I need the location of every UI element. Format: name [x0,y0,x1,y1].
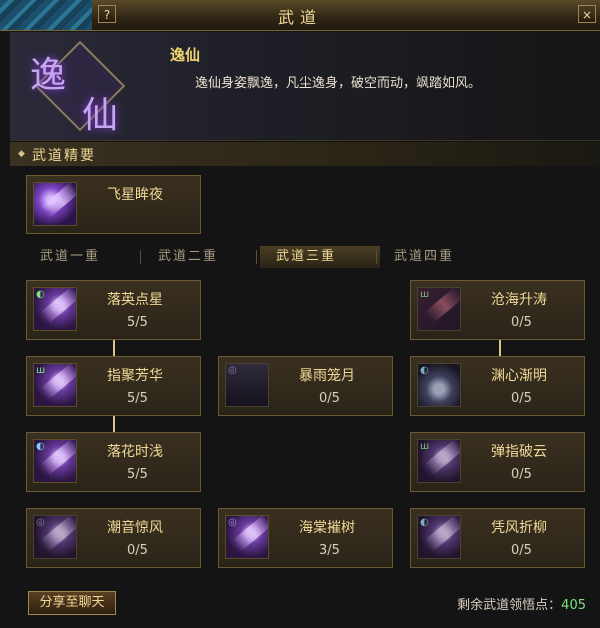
class-description: 逸仙身姿飘逸，凡尘逸身，破空而动，飒踏如风。 [195,76,482,91]
skill-level: 3/5 [319,543,340,558]
tier-tabs: 武道一重 武道二重 武道三重 武道四重 [24,246,584,268]
remaining-points-label: 剩余武道领悟点： [457,598,562,613]
skill-level: 0/5 [511,391,532,406]
skill-name: 沧海升涛 [491,292,547,308]
summary-skill-name: 飞星眸夜 [107,187,163,203]
skill-name: 海棠摧树 [299,520,355,536]
skill-card-fleeting-petal[interactable]: ◐ 落花时浅 5/5 [26,432,201,492]
diamond-bullet-icon: ◆ [18,149,25,159]
rain-moon-icon: ◎ [225,363,269,407]
skill-level: 0/5 [511,315,532,330]
skill-card-rising-sea[interactable]: ш 沧海升涛 0/5 [410,280,585,340]
skill-card-gathered-blossom[interactable]: ш 指聚芳华 5/5 [26,356,201,416]
skill-name: 落英点星 [107,292,163,308]
skill-level: 5/5 [127,315,148,330]
skill-level: 0/5 [319,391,340,406]
skill-connector-line [499,339,501,357]
fallen-petal-star-icon: ◐ [33,287,77,331]
title-bar: ? 武道 × [0,0,600,31]
tab-tier-1[interactable]: 武道一重 [24,246,140,268]
finger-flick-cloud-icon: ш [417,439,461,483]
skill-level: 0/5 [127,543,148,558]
skill-card-finger-flick-cloud[interactable]: ш 弹指破云 0/5 [410,432,585,492]
emblem-glyph-2: 仙 [82,95,119,136]
skill-connector-line [113,414,115,432]
gathered-blossom-icon: ш [33,363,77,407]
tab-separator [256,250,257,264]
tab-separator [140,250,141,264]
class-name: 逸仙 [170,46,201,64]
skill-name: 潮音惊风 [107,520,163,536]
rising-sea-icon: ш [417,287,461,331]
skill-level: 5/5 [127,467,148,482]
skill-name: 指聚芳华 [107,368,163,384]
close-button[interactable]: × [578,5,596,23]
skill-name: 弹指破云 [491,444,547,460]
summary-section-bar: ◆ 武道精要 [10,142,600,166]
emblem-glyph-1: 逸 [30,55,67,96]
skill-card-rain-moon[interactable]: ◎ 暴雨笼月 0/5 [218,356,393,416]
remaining-points-value: 405 [561,598,586,613]
share-to-chat-button[interactable]: 分享至聊天 [28,591,116,615]
skill-name: 落花时浅 [107,444,163,460]
martial-path-window: ? 武道 × 逸 仙 逸仙 逸仙身姿飘逸，凡尘逸身，破空而动，飒踏如风。 ◆ 武… [0,0,600,628]
tide-sound-icon: ◎ [33,515,77,559]
summary-skill-card[interactable]: 飞星眸夜 [26,175,201,234]
skill-card-fallen-petal-star[interactable]: ◐ 落英点星 5/5 [26,280,201,340]
icon-streak [40,183,76,219]
tab-tier-3[interactable]: 武道三重 [260,246,380,268]
summary-section-label: 武道精要 [32,148,96,164]
abyss-heart-icon: ◐ [417,363,461,407]
window-title: 武道 [277,8,322,27]
tab-separator [376,250,377,264]
class-header: 逸 仙 逸仙 逸仙身姿飘逸，凡尘逸身，破空而动，飒踏如风。 [10,32,600,141]
wind-willow-icon: ◐ [417,515,461,559]
crabapple-tree-icon: ◎ [225,515,269,559]
skill-name: 凭风折柳 [491,520,547,536]
fleeting-petal-icon: ◐ [33,439,77,483]
skill-card-tide-sound[interactable]: ◎ 潮音惊风 0/5 [26,508,201,568]
tab-tier-4[interactable]: 武道四重 [378,246,494,268]
class-emblem: 逸 仙 [12,36,140,136]
skill-card-abyss-heart[interactable]: ◐ 渊心渐明 0/5 [410,356,585,416]
skill-name: 渊心渐明 [491,368,547,384]
remaining-points: 剩余武道领悟点：405 [457,594,586,613]
skill-level: 0/5 [511,467,532,482]
skill-level: 0/5 [511,543,532,558]
flying-star-skill-icon [33,182,77,226]
skill-name: 暴雨笼月 [299,368,355,384]
tab-tier-2[interactable]: 武道二重 [142,246,258,268]
skill-connector-line [113,339,115,357]
skill-card-wind-willow[interactable]: ◐ 凭风折柳 0/5 [410,508,585,568]
skill-card-crabapple-tree[interactable]: ◎ 海棠摧树 3/5 [218,508,393,568]
skill-level: 5/5 [127,391,148,406]
